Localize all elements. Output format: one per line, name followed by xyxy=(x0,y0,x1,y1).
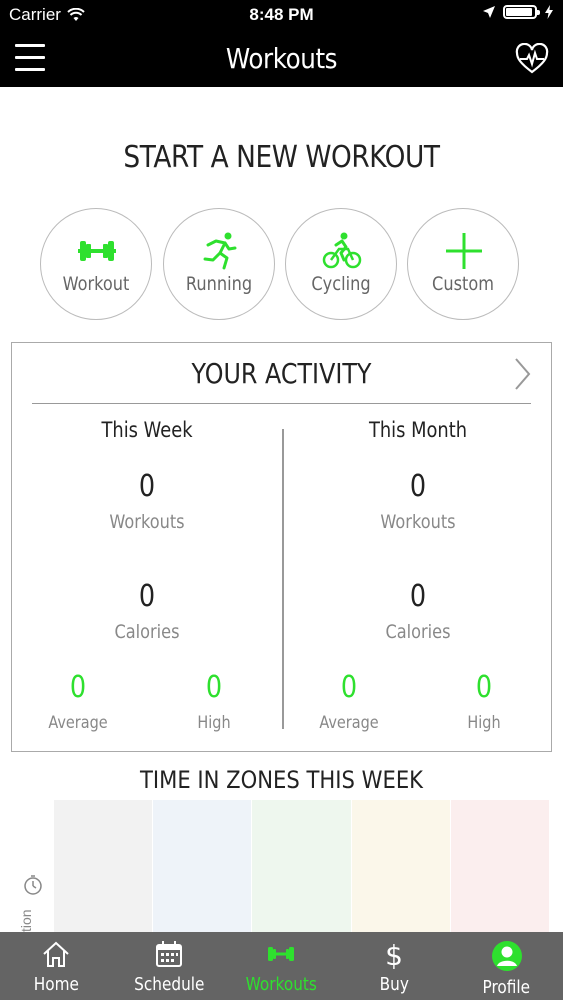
month-workouts-label: Workouts xyxy=(380,511,456,533)
custom-type-button[interactable]: Custom xyxy=(407,208,519,320)
stopwatch-icon xyxy=(24,875,42,895)
tab-profile[interactable]: Profile xyxy=(450,932,563,1000)
tab-schedule[interactable]: Schedule xyxy=(113,932,226,1000)
month-high-label: High xyxy=(467,713,501,733)
custom-type-label: Custom xyxy=(432,273,494,295)
zone-band-2 xyxy=(153,800,253,932)
tab-buy-label: Buy xyxy=(379,974,409,995)
month-calories-label: Calories xyxy=(385,621,451,643)
tab-profile-label: Profile xyxy=(482,977,531,998)
profile-icon xyxy=(491,941,522,971)
week-calories-value: 0 xyxy=(138,579,156,614)
start-workout-heading: START A NEW WORKOUT xyxy=(123,140,440,175)
cyclist-icon xyxy=(322,232,362,269)
status-time: 8:48 PM xyxy=(249,5,314,24)
dumbbell-icon xyxy=(268,947,295,961)
week-workouts-value: 0 xyxy=(138,469,156,504)
navigation-bar: Workouts xyxy=(0,30,563,87)
workout-type-button[interactable]: Workout xyxy=(40,208,152,320)
month-average-value: 0 xyxy=(340,670,358,705)
week-high-value: 0 xyxy=(205,670,223,705)
month-average-label: Average xyxy=(319,713,379,733)
month-high-value: 0 xyxy=(475,670,493,705)
tab-workouts-label: Workouts xyxy=(245,974,318,995)
this-month-title: This Month xyxy=(368,418,468,442)
this-week-title: This Week xyxy=(101,418,193,442)
zone-band-3 xyxy=(252,800,352,932)
week-high-label: High xyxy=(197,713,231,733)
activity-title: YOUR ACTIVITY xyxy=(191,357,372,390)
zones-heading: TIME IN ZONES THIS WEEK xyxy=(139,766,424,794)
week-average-label: Average xyxy=(48,713,108,733)
this-month-column: This Month 0 Workouts 0 Calories 0 Avera… xyxy=(283,413,553,743)
zone-band-5 xyxy=(450,800,551,932)
activity-card: YOUR ACTIVITY This Week 0 Workouts 0 Cal… xyxy=(11,342,552,752)
cycling-type-button[interactable]: Cycling xyxy=(285,208,397,320)
cycling-type-label: Cycling xyxy=(311,273,371,295)
activity-header[interactable]: YOUR ACTIVITY xyxy=(32,343,531,404)
dollar-icon: $ xyxy=(385,940,403,970)
zones-chart xyxy=(54,800,551,932)
tab-schedule-label: Schedule xyxy=(133,974,205,995)
workout-type-label: Workout xyxy=(62,273,130,295)
svg-text:$: $ xyxy=(385,940,403,970)
zone-band-4 xyxy=(351,800,451,932)
chevron-right-icon[interactable] xyxy=(513,357,531,391)
week-calories-label: Calories xyxy=(114,621,180,643)
week-average-value: 0 xyxy=(69,670,87,705)
battery-icon xyxy=(503,5,540,19)
calendar-icon xyxy=(155,941,182,967)
status-bar: Carrier 8:48 PM xyxy=(0,0,563,30)
location-arrow-icon xyxy=(483,6,495,18)
runner-icon xyxy=(203,232,237,270)
week-workouts-label: Workouts xyxy=(109,511,185,533)
dumbbell-icon xyxy=(78,241,116,261)
running-type-button[interactable]: Running xyxy=(163,208,275,320)
tab-bar: Home Schedule Workouts $ Buy Profile xyxy=(0,932,563,1000)
tab-workouts[interactable]: Workouts xyxy=(225,932,338,1000)
charging-bolt-icon xyxy=(545,5,553,19)
running-type-label: Running xyxy=(185,273,253,295)
zone-band-1 xyxy=(54,800,154,932)
heart-pulse-icon[interactable] xyxy=(515,43,549,75)
tab-home-label: Home xyxy=(33,974,79,995)
workout-type-buttons: Workout Running Cycling Custom xyxy=(40,208,525,323)
page-title: Workouts xyxy=(225,42,338,75)
this-week-column: This Week 0 Workouts 0 Calories 0 Averag… xyxy=(12,413,282,743)
month-workouts-value: 0 xyxy=(409,469,427,504)
plus-icon xyxy=(446,233,482,269)
tab-buy[interactable]: $ Buy xyxy=(338,932,451,1000)
zones-axis-label: tion xyxy=(18,909,34,932)
tab-home[interactable]: Home xyxy=(0,932,113,1000)
status-right xyxy=(483,5,553,19)
home-icon xyxy=(43,941,69,967)
month-calories-value: 0 xyxy=(409,579,427,614)
